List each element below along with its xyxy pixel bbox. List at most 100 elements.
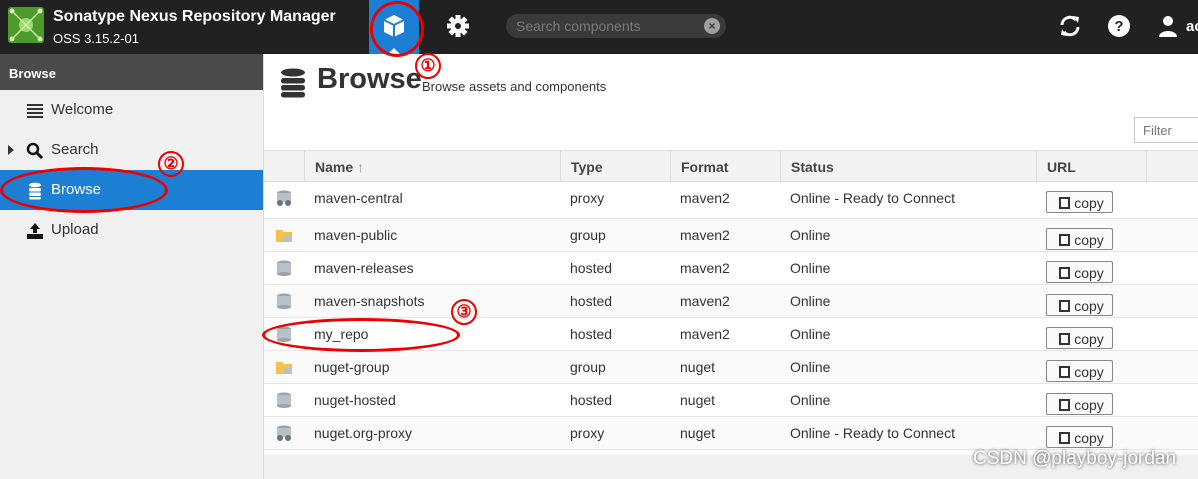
repo-type: hosted <box>570 326 613 342</box>
sidebar-item-label: Search <box>51 141 99 158</box>
repo-status: Online <box>790 359 831 375</box>
repo-format: maven2 <box>680 227 730 243</box>
annotation-number-2: ② <box>158 151 184 177</box>
copy-url-button[interactable]: copy <box>1046 426 1113 448</box>
table-row[interactable]: nuget-hosted hosted nuget Online copy <box>264 384 1198 417</box>
copy-url-button[interactable]: copy <box>1046 294 1113 316</box>
repo-type: proxy <box>570 190 605 206</box>
column-header-health[interactable] <box>1146 151 1198 181</box>
copy-url-button[interactable]: copy <box>1046 393 1113 415</box>
table-row[interactable]: maven-releases hosted maven2 Online copy <box>264 252 1198 285</box>
column-header-format[interactable]: Format <box>670 151 780 181</box>
search-icon <box>26 142 44 160</box>
table-header: Name ↑ Type Format Status URL <box>264 150 1198 182</box>
sidebar-item-label: Upload <box>51 221 99 238</box>
annotation-number-3: ③ <box>451 299 477 325</box>
annotation-circle-1 <box>370 1 424 57</box>
copy-label: copy <box>1074 265 1104 281</box>
refresh-icon[interactable] <box>1058 14 1082 38</box>
clear-search-icon[interactable]: × <box>704 18 720 34</box>
column-header-type[interactable]: Type <box>560 151 670 181</box>
table-row[interactable]: maven-central proxy maven2 Online - Ready t… <box>264 182 1198 219</box>
repo-name: nuget-hosted <box>314 392 396 408</box>
sidebar-item-welcome[interactable]: Welcome <box>0 90 263 130</box>
repo-format: maven2 <box>680 293 730 309</box>
repo-type: hosted <box>570 293 613 309</box>
repo-status: Online <box>790 326 831 342</box>
copy-url-button[interactable]: copy <box>1046 360 1113 382</box>
repo-type: group <box>570 227 606 243</box>
copy-icon <box>1059 399 1071 411</box>
copy-label: copy <box>1074 232 1104 248</box>
component-search: × <box>506 14 726 38</box>
repo-type: hosted <box>570 392 613 408</box>
user-name[interactable]: ac <box>1186 18 1198 35</box>
copy-icon <box>1059 197 1071 209</box>
app-title: Sonatype Nexus Repository Manager <box>53 8 336 25</box>
repo-format: maven2 <box>680 260 730 276</box>
group-repo-icon <box>275 227 293 243</box>
repo-status: Online - Ready to Connect <box>790 425 955 441</box>
welcome-icon <box>27 104 43 118</box>
table-row[interactable]: maven-public group maven2 Online copy <box>264 219 1198 252</box>
repo-name: maven-releases <box>314 260 414 276</box>
table-row[interactable]: nuget-group group nuget Online copy <box>264 351 1198 384</box>
copy-icon <box>1059 432 1071 444</box>
repo-format: nuget <box>680 425 716 441</box>
copy-url-button[interactable]: copy <box>1046 327 1113 349</box>
repo-format: nuget <box>680 359 716 375</box>
nexus-logo[interactable] <box>8 7 44 43</box>
copy-url-button[interactable]: copy <box>1046 228 1113 250</box>
annotation-circle-2 <box>0 167 168 213</box>
copy-label: copy <box>1074 298 1104 314</box>
sidebar: Browse Welcome Search Browse Upload <box>0 54 264 479</box>
copy-url-button[interactable]: copy <box>1046 261 1113 283</box>
repo-type: hosted <box>570 260 613 276</box>
proxy-repo-icon <box>275 190 293 206</box>
repo-name: maven-central <box>314 190 403 206</box>
top-bar: Sonatype Nexus Repository Manager OSS 3.… <box>0 0 1198 54</box>
sidebar-item-search[interactable]: Search <box>0 130 263 170</box>
copy-label: copy <box>1074 364 1104 380</box>
column-header-name[interactable]: Name ↑ <box>304 151 560 181</box>
page-header: Browse Browse assets and components <box>264 54 1198 149</box>
repo-type: group <box>570 359 606 375</box>
repo-format: maven2 <box>680 190 730 206</box>
page-subtitle: Browse assets and components <box>422 79 607 94</box>
search-input[interactable] <box>516 17 701 35</box>
sidebar-item-upload[interactable]: Upload <box>0 210 263 250</box>
user-icon[interactable] <box>1156 14 1180 38</box>
copy-icon <box>1059 234 1071 246</box>
gear-icon <box>447 15 469 37</box>
admin-mode-button[interactable] <box>444 12 472 40</box>
repo-status: Online - Ready to Connect <box>790 190 955 206</box>
sort-asc-icon: ↑ <box>357 159 365 175</box>
copy-url-button[interactable]: copy <box>1046 191 1113 213</box>
repo-name: maven-snapshots <box>314 293 425 309</box>
column-header-url[interactable]: URL <box>1036 151 1146 181</box>
repo-format: maven2 <box>680 326 730 342</box>
main-content: Browse Browse assets and components Name… <box>264 54 1198 479</box>
repo-status: Online <box>790 260 831 276</box>
filter-input[interactable] <box>1134 117 1198 143</box>
table-row[interactable]: nuget.org-proxy proxy nuget Online - Ready … <box>264 417 1198 450</box>
repo-status: Online <box>790 227 831 243</box>
column-header-status[interactable]: Status <box>780 151 1036 181</box>
repo-name: nuget-group <box>314 359 390 375</box>
help-icon[interactable]: ? <box>1107 14 1131 38</box>
sidebar-item-label: Welcome <box>51 101 114 118</box>
annotation-circle-3 <box>262 318 460 352</box>
copy-icon <box>1059 333 1071 345</box>
watermark: CSDN @playboy-jordan <box>973 448 1177 469</box>
annotation-number-1: ① <box>415 53 441 79</box>
copy-label: copy <box>1074 331 1104 347</box>
copy-label: copy <box>1074 195 1104 211</box>
copy-icon <box>1059 300 1071 312</box>
copy-icon <box>1059 267 1071 279</box>
table-row[interactable]: maven-snapshots hosted maven2 Online copy <box>264 285 1198 318</box>
upload-icon <box>27 223 43 239</box>
repo-format: nuget <box>680 392 716 408</box>
repo-status: Online <box>790 293 831 309</box>
expand-arrow-icon[interactable] <box>8 145 14 155</box>
repository-table: Name ↑ Type Format Status URL maven-cent… <box>264 150 1198 450</box>
